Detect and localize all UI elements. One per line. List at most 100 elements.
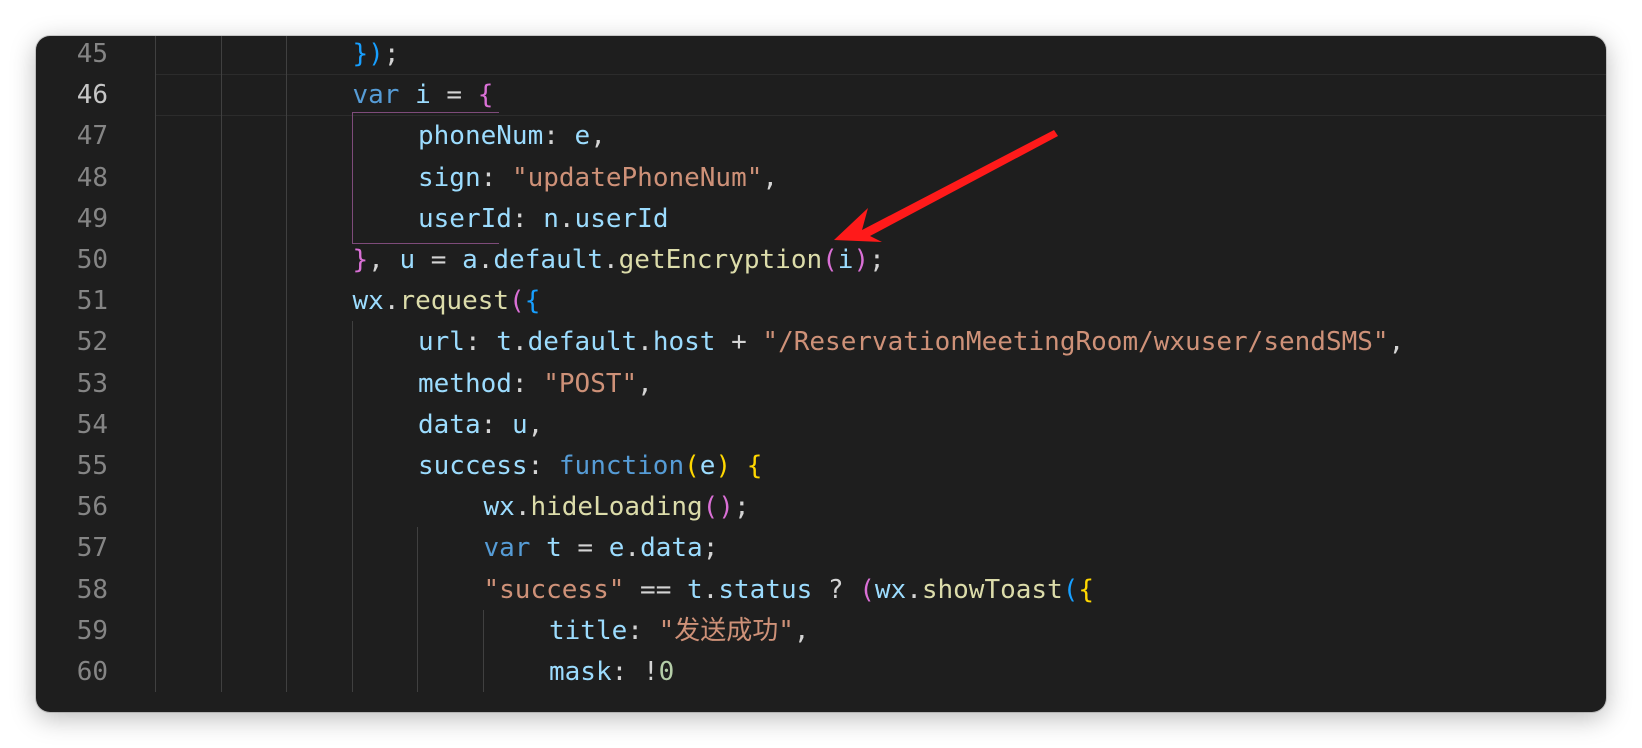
code-token: "POST" (543, 368, 638, 399)
code-line[interactable]: sign: "updatePhoneNum", (418, 157, 778, 199)
code-token: ( (1062, 574, 1079, 605)
line-number: 50 (76, 245, 108, 275)
code-token: hideLoading (530, 492, 703, 523)
code-token: t (687, 574, 703, 605)
code-line[interactable]: wx.request({ (353, 280, 541, 322)
line-number: 60 (76, 657, 108, 687)
code-token: . (511, 327, 528, 358)
code-token: , (1388, 327, 1405, 358)
code-line[interactable]: mask: !0 (549, 651, 674, 693)
code-editor-window: 45 46 47 48 49 50 51 52 53 54 55 56 57 58 59 60 }); var … (36, 36, 1606, 712)
code-line[interactable]: wx.hideLoading(); (484, 486, 750, 528)
code-token: default (527, 327, 638, 358)
code-token: a (462, 245, 478, 275)
code-token: , (590, 121, 606, 152)
code-line[interactable]: phoneNum: e, (418, 115, 606, 157)
line-number: 58 (76, 574, 108, 605)
code-line[interactable]: var t = e.data; (484, 527, 719, 569)
code-token: "/ReservationMeetingRoom/wxuser/sendSMS" (762, 327, 1389, 358)
code-token: ( (859, 574, 875, 605)
code-token: ( (822, 245, 838, 275)
code-token: . (558, 203, 575, 234)
code-token: , (793, 615, 810, 646)
code-line[interactable]: }); (353, 36, 400, 75)
code-token: method (418, 368, 512, 399)
line-number-gutter: 45 46 47 48 49 50 51 52 53 54 55 56 57 58 59 60 (36, 36, 156, 712)
code-token: success (418, 451, 528, 481)
code-line[interactable]: title: "发送成功", (549, 610, 810, 652)
code-token: ! (642, 657, 659, 687)
code-token: }) (352, 39, 384, 69)
code-token: n (543, 203, 559, 234)
code-token: = (415, 245, 463, 275)
code-token: : (511, 368, 544, 399)
code-token: : (627, 615, 659, 646)
line-number: 57 (76, 533, 108, 564)
code-token: () (702, 492, 734, 523)
code-token: "发送成功" (658, 615, 794, 646)
code-token: userId (418, 203, 512, 234)
code-token: : (480, 162, 512, 193)
line-number: 55 (76, 451, 108, 481)
code-token: ) (853, 245, 870, 275)
code-token: mask (549, 657, 612, 687)
code-token: ; (383, 39, 400, 69)
indent-guide (286, 36, 287, 693)
code-token: { (1078, 574, 1095, 605)
code-token: ) (715, 451, 732, 481)
code-line[interactable]: success: function(e) { (418, 445, 762, 487)
line-number: 59 (76, 615, 108, 646)
line-number: 54 (76, 409, 108, 440)
code-line[interactable]: url: t.default.host + "/ReservationMeeti… (418, 321, 1404, 363)
code-token: : (480, 409, 512, 440)
code-line[interactable]: userId: n.userId (418, 198, 668, 240)
indent-guide (155, 36, 156, 693)
code-line[interactable]: }, u = a.default.getEncryption(i); (353, 239, 885, 281)
code-token: { (746, 451, 763, 481)
code-token: . (477, 245, 494, 275)
code-token: wx (874, 574, 907, 605)
line-number: 45 (76, 39, 108, 69)
code-token: ( (509, 286, 525, 317)
code-line[interactable]: method: "POST", (418, 363, 653, 405)
code-token: . (602, 245, 619, 275)
code-token: url (418, 327, 465, 358)
code-token: : (511, 203, 544, 234)
code-token: . (637, 327, 653, 358)
code-token: default (493, 245, 603, 275)
line-number: 46 (76, 80, 108, 111)
code-token: . (702, 574, 719, 605)
code-token: , (527, 409, 544, 440)
code-line[interactable]: var i = { (353, 74, 494, 116)
code-token: wx (352, 286, 384, 317)
code-token: t (496, 327, 512, 358)
code-token: phoneNum (418, 121, 544, 152)
code-token: e (574, 121, 591, 152)
code-token: ; (869, 245, 885, 275)
code-token: showToast (921, 574, 1063, 605)
code-token: data (640, 533, 703, 564)
code-token: ; (733, 492, 750, 523)
code-token: : (611, 657, 643, 687)
line-number: 51 (76, 286, 108, 317)
code-token: "updatePhoneNum" (511, 162, 763, 193)
code-line[interactable]: data: u, (418, 404, 543, 446)
code-token: , (637, 368, 653, 399)
code-token: i (415, 80, 431, 111)
code-area[interactable]: }); var i = {phoneNum: e, sign: "updatePho… (155, 36, 1606, 712)
code-token: : (543, 121, 575, 152)
code-token: status (718, 574, 813, 605)
code-token: . (383, 286, 400, 317)
code-token: sign (418, 162, 481, 193)
code-token: wx (483, 492, 515, 523)
code-token: data (418, 409, 481, 440)
code-token: var (352, 80, 400, 111)
code-token: { (524, 286, 541, 317)
code-token: u (399, 245, 416, 275)
code-token: = (430, 80, 478, 111)
code-token: e (608, 533, 625, 564)
code-token: i (837, 245, 854, 275)
code-line[interactable]: "success" == t.status ? (wx.showToast({ (484, 569, 1095, 611)
